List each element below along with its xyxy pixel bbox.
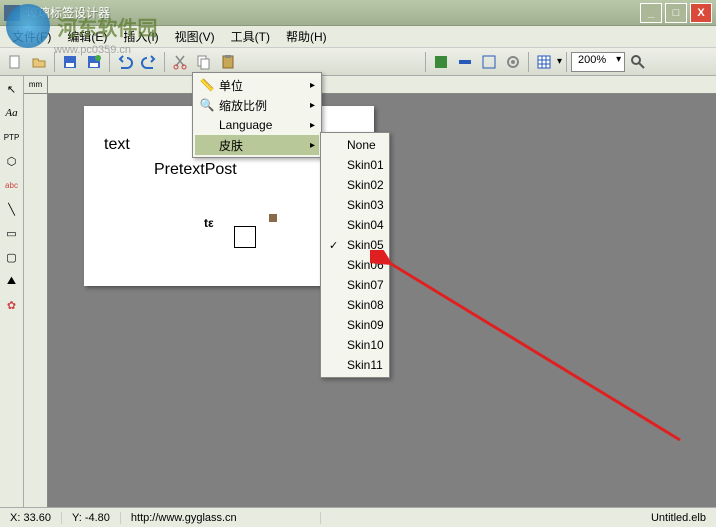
- canvas-text-3[interactable]: tε: [204, 216, 214, 230]
- abc-tool[interactable]: abc: [3, 176, 21, 194]
- toolbox: ↖ Aa PTP ⬡ abc ╲ ▭ ▢ ⛰ ✿: [0, 76, 24, 507]
- zoom-combo[interactable]: 200%: [571, 52, 625, 72]
- pointer-tool[interactable]: ↖: [3, 80, 21, 98]
- menu-insert[interactable]: 插入(I): [115, 26, 166, 47]
- image-tool[interactable]: ⛰: [3, 272, 21, 290]
- skin-submenu: NoneSkin01Skin02Skin03Skin04✓Skin05Skin0…: [320, 132, 390, 378]
- saveas-button[interactable]: [83, 51, 105, 73]
- skin-option-skin04[interactable]: Skin04: [323, 215, 387, 235]
- cut-button[interactable]: [169, 51, 191, 73]
- zoom-button[interactable]: [627, 51, 649, 73]
- skin-option-skin09[interactable]: Skin09: [323, 315, 387, 335]
- tool-a-button[interactable]: [430, 51, 452, 73]
- skin-option-skin08[interactable]: Skin08: [323, 295, 387, 315]
- window-title: 玻璃标签设计器: [26, 4, 640, 21]
- menu-unit[interactable]: 📏 单位▸: [195, 75, 319, 95]
- skin-option-skin05[interactable]: ✓Skin05: [323, 235, 387, 255]
- menu-scale[interactable]: 🔍 缩放比例▸: [195, 95, 319, 115]
- settings-button[interactable]: [502, 51, 524, 73]
- tool-c-button[interactable]: [478, 51, 500, 73]
- app-icon: [4, 5, 20, 21]
- save-button[interactable]: [59, 51, 81, 73]
- ruler-horizontal: [48, 76, 716, 94]
- redo-button[interactable]: [138, 51, 160, 73]
- status-x: X: 33.60: [0, 512, 62, 524]
- ruler-vertical: [24, 94, 48, 507]
- status-y: Y: -4.80: [62, 512, 121, 524]
- rect2-tool[interactable]: ▢: [3, 248, 21, 266]
- status-url: http://www.gyglass.cn: [121, 512, 321, 524]
- rect-tool[interactable]: ▭: [3, 224, 21, 242]
- canvas-square[interactable]: [269, 214, 277, 222]
- skin-option-skin01[interactable]: Skin01: [323, 155, 387, 175]
- menubar: 文件(F) 编辑(E) 插入(I) 视图(V) 工具(T) 帮助(H): [0, 26, 716, 48]
- maximize-button[interactable]: □: [665, 3, 687, 23]
- minimize-button[interactable]: _: [640, 3, 662, 23]
- text-tool[interactable]: Aa: [3, 104, 21, 122]
- skin-option-skin03[interactable]: Skin03: [323, 195, 387, 215]
- ruler-corner: mm: [24, 76, 48, 94]
- skin-option-skin11[interactable]: Skin11: [323, 355, 387, 375]
- canvas-text-2[interactable]: PretextPost: [154, 161, 237, 179]
- open-button[interactable]: [28, 51, 50, 73]
- statusbar: X: 33.60 Y: -4.80 http://www.gyglass.cn …: [0, 507, 716, 527]
- skin-option-skin06[interactable]: Skin06: [323, 255, 387, 275]
- ruler-icon: 📏: [199, 77, 215, 93]
- copy-button[interactable]: [193, 51, 215, 73]
- menu-help[interactable]: 帮助(H): [278, 26, 335, 47]
- menu-language[interactable]: Language▸: [195, 115, 319, 135]
- zoom-icon: 🔍: [199, 97, 215, 113]
- canvas-rect[interactable]: [234, 226, 256, 248]
- shape-tool[interactable]: ⬡: [3, 152, 21, 170]
- view-submenu: 📏 单位▸ 🔍 缩放比例▸ Language▸ 皮肤▸: [192, 72, 322, 158]
- close-button[interactable]: X: [690, 3, 712, 23]
- stamp-tool[interactable]: ✿: [3, 296, 21, 314]
- new-button[interactable]: [4, 51, 26, 73]
- toolbar: ▾ 200%: [0, 48, 716, 76]
- line-tool[interactable]: ╲: [3, 200, 21, 218]
- tool-b-button[interactable]: [454, 51, 476, 73]
- menu-tools[interactable]: 工具(T): [223, 26, 278, 47]
- skin-option-skin07[interactable]: Skin07: [323, 275, 387, 295]
- undo-button[interactable]: [114, 51, 136, 73]
- skin-option-skin10[interactable]: Skin10: [323, 335, 387, 355]
- grid-button[interactable]: [533, 51, 555, 73]
- status-filename: Untitled.elb: [641, 512, 716, 524]
- skin-option-none[interactable]: None: [323, 135, 387, 155]
- skin-option-skin02[interactable]: Skin02: [323, 175, 387, 195]
- menu-file[interactable]: 文件(F): [4, 26, 59, 47]
- canvas-text-1[interactable]: text: [104, 136, 130, 154]
- menu-skin[interactable]: 皮肤▸: [195, 135, 319, 155]
- paste-button[interactable]: [217, 51, 239, 73]
- menu-edit[interactable]: 编辑(E): [59, 26, 115, 47]
- menu-view[interactable]: 视图(V): [167, 26, 223, 47]
- ptp-tool[interactable]: PTP: [3, 128, 21, 146]
